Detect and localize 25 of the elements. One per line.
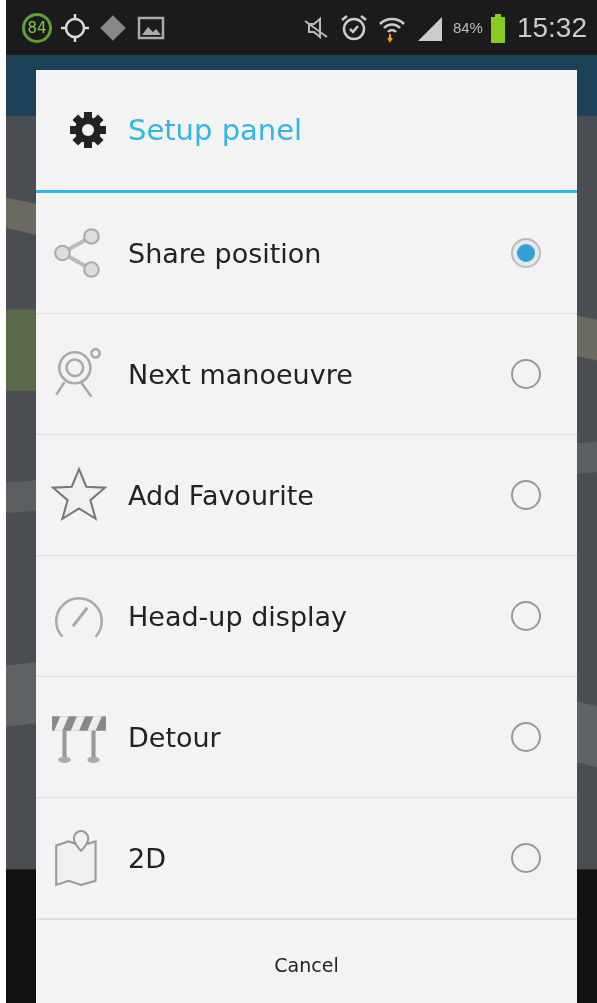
- battery-icon: [490, 12, 505, 43]
- option-label: Next manoeuvre: [128, 358, 354, 390]
- option-row[interactable]: Head-up display: [36, 556, 577, 677]
- option-row[interactable]: Share position: [36, 193, 577, 314]
- option-row[interactable]: Next manoeuvre: [36, 314, 577, 435]
- option-label: Detour: [128, 721, 222, 753]
- radio-button[interactable]: [511, 601, 541, 631]
- battery-percent: 84%: [452, 19, 483, 36]
- radio-button[interactable]: [511, 843, 541, 873]
- option-label: Share position: [128, 237, 323, 269]
- star-icon: [50, 466, 108, 524]
- option-label: 2D: [128, 842, 167, 874]
- option-row[interactable]: Detour: [36, 677, 577, 798]
- crosshair-icon: [60, 12, 90, 43]
- radio-button[interactable]: [511, 480, 541, 510]
- radio-button[interactable]: [511, 359, 541, 389]
- radio-button[interactable]: [511, 722, 541, 752]
- option-label: Add Favourite: [128, 479, 315, 511]
- dialog-title: Setup panel: [128, 113, 303, 147]
- clock-time: 15:32: [516, 11, 587, 44]
- option-label: Head-up display: [128, 600, 349, 632]
- settings-icon: [68, 110, 108, 150]
- option-row[interactable]: Add Favourite: [36, 435, 577, 556]
- radio-button[interactable]: [511, 238, 541, 268]
- badge-count: 84: [22, 12, 52, 43]
